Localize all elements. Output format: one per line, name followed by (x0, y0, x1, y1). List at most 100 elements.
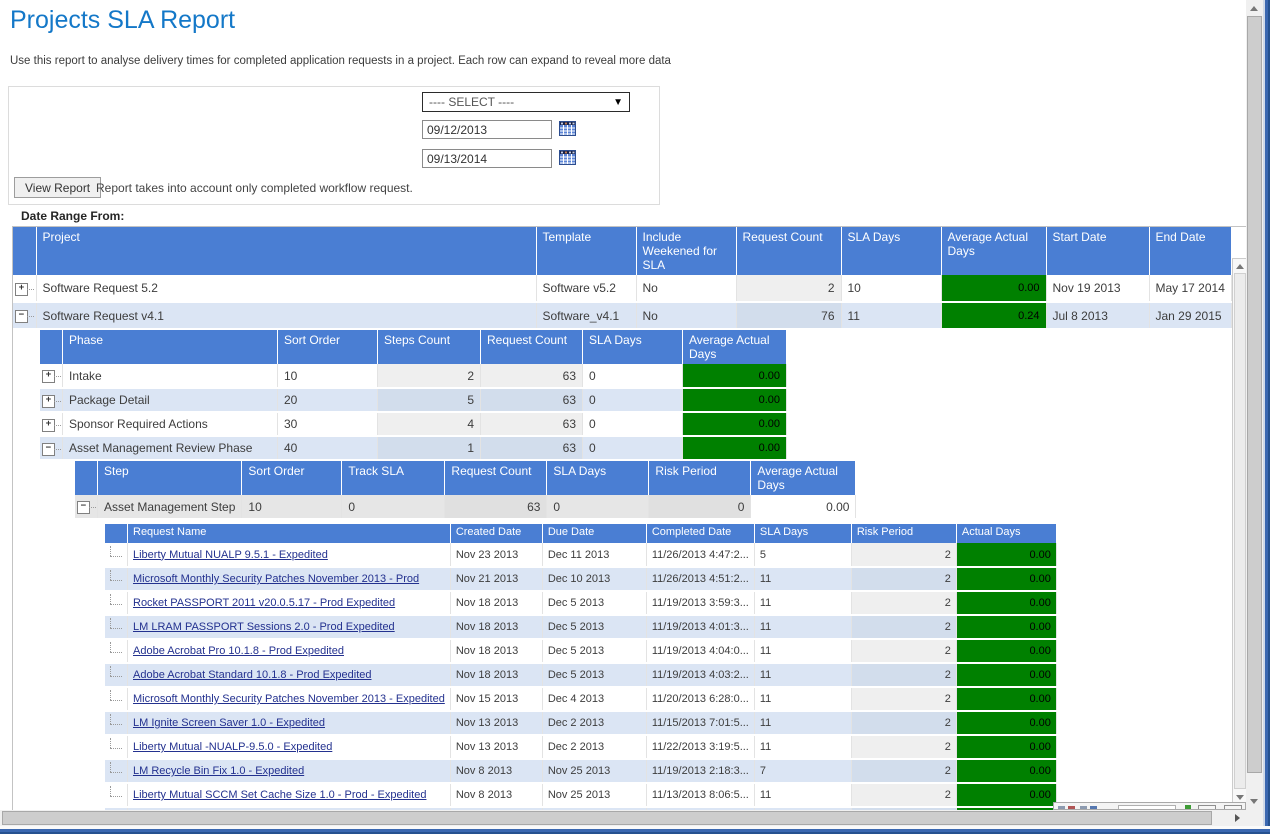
request-link[interactable]: Adobe Acrobat Standard 10.1.8 - Prod Exp… (133, 669, 372, 681)
sla-report-grid: Project Template Include Weekened for SL… (12, 226, 1249, 811)
tree-cell (105, 591, 128, 615)
cell-average-actual-days: 0.00 (683, 388, 787, 412)
cell-step: Asset Management Step (98, 495, 242, 519)
window-border (1263, 0, 1270, 834)
cell-completed-date: 11/19/2013 2:18:3... (646, 759, 754, 783)
chevron-down-icon: ▼ (613, 97, 623, 108)
cell-phase: Intake (63, 364, 278, 388)
cell-due-date: Dec 5 2013 (542, 639, 646, 663)
pager-icon[interactable] (1090, 806, 1097, 809)
cell-completed-date: 11/19/2013 4:04:0... (646, 639, 754, 663)
scroll-right-icon[interactable] (1235, 814, 1240, 822)
collapse-icon[interactable] (76, 501, 96, 513)
expand-icon[interactable] (14, 283, 34, 295)
grid-pager-strip (1053, 802, 1246, 810)
tree-cell (105, 759, 128, 783)
cell-due-date: Dec 10 2013 (542, 567, 646, 591)
request-link[interactable]: Microsoft Monthly Security Patches Novem… (133, 693, 445, 705)
request-link[interactable]: Liberty Mutual -NUALP-9.5.0 - Expedited (133, 741, 332, 753)
cell-risk-period: 2 (851, 639, 956, 663)
cell-due-date: Dec 5 2013 (542, 663, 646, 687)
scroll-down-icon[interactable] (1250, 799, 1258, 804)
cell-steps-count: 1 (378, 436, 481, 460)
expand-icon[interactable] (41, 370, 61, 382)
page-scrollbar-thumb[interactable] (2, 811, 1212, 825)
cell-track-sla: 0 (342, 495, 445, 519)
cell-actual-days: 0.00 (956, 663, 1056, 687)
cell-created-date: Nov 18 2013 (450, 615, 542, 639)
col-header-include-weekend: Include Weekened for SLA (636, 227, 736, 275)
cell-request-name: LM Recycle Bin Fix 1.0 - Expedited (128, 759, 451, 783)
pager-icon[interactable] (1068, 806, 1075, 809)
cell-average-actual-days: 0.00 (683, 436, 787, 460)
pager-icon[interactable] (1080, 806, 1087, 809)
scrollbar-corner (1246, 810, 1263, 826)
col-header-due-date: Due Date (542, 524, 646, 543)
col-header-sort-order: Sort Order (278, 330, 378, 364)
project-row: Software Request v4.1 Software_v4.1 No 7… (13, 302, 1231, 329)
cell-include-weekend: No (636, 275, 736, 302)
collapse-icon[interactable] (41, 443, 61, 455)
request-row: Liberty Mutual -NUALP-9.5.0 - Expedited … (105, 735, 1056, 759)
request-link[interactable]: LM Recycle Bin Fix 1.0 - Expedited (133, 765, 304, 777)
cell-end-date: Jan 29 2015 (1149, 302, 1231, 329)
cell-average-actual-days: 0.00 (751, 495, 856, 519)
cell-sort-order: 40 (278, 436, 378, 460)
cell-sla-days: 11 (754, 615, 851, 639)
cell-sla-days: 11 (754, 639, 851, 663)
scroll-up-icon[interactable] (1250, 6, 1258, 11)
scroll-down-icon[interactable] (1236, 795, 1244, 800)
request-link[interactable]: LM Ignite Screen Saver 1.0 - Expedited (133, 717, 325, 729)
request-link[interactable]: Liberty Mutual NUALP 9.5.1 - Expedited (133, 549, 328, 561)
request-row: Adobe Acrobat Standard 10.1.8 - Prod Exp… (105, 663, 1056, 687)
template-select[interactable]: ---- SELECT ---- ▼ (422, 92, 630, 112)
cell-completed-date: 11/13/2013 8:06:5... (646, 783, 754, 807)
template-select-value: ---- SELECT ---- (429, 95, 514, 109)
grid-scrollbar-thumb[interactable] (1234, 273, 1246, 789)
cell-actual-days: 0.00 (956, 759, 1056, 783)
calendar-icon[interactable] (558, 150, 576, 166)
cell-sla-days: 7 (754, 759, 851, 783)
scroll-up-icon[interactable] (1236, 264, 1244, 269)
cell-request-name: Liberty Mutual SCCM Set Cache Size 1.0 -… (128, 783, 451, 807)
col-header-sla-days: SLA Days (547, 461, 649, 495)
request-link[interactable]: LM LRAM PASSPORT Sessions 2.0 - Prod Exp… (133, 621, 395, 633)
phase-row: Sponsor Required Actions 30 4 63 0 0.00 (40, 412, 787, 436)
request-row: Liberty Mutual SCCM Set Cache Size 1.0 -… (105, 783, 1056, 807)
expander-cell (40, 364, 63, 388)
date-from-input[interactable] (422, 120, 552, 139)
expand-icon[interactable] (41, 419, 61, 431)
cell-sort-order: 30 (278, 412, 378, 436)
tree-branch-icon (106, 765, 126, 777)
col-header-step: Step (98, 461, 242, 495)
view-report-button[interactable]: View Report (14, 177, 101, 198)
date-to-input[interactable] (422, 149, 552, 168)
cell-request-name: Adobe Acrobat Standard 10.1.8 - Prod Exp… (128, 663, 451, 687)
tree-cell (105, 567, 128, 591)
col-header-request-name: Request Name (128, 524, 451, 543)
tree-branch-icon (106, 789, 126, 801)
request-link[interactable]: Adobe Acrobat Pro 10.1.8 - Prod Expedite… (133, 645, 344, 657)
expand-icon[interactable] (41, 395, 61, 407)
request-link[interactable]: Liberty Mutual SCCM Set Cache Size 1.0 -… (133, 789, 426, 801)
cell-actual-days: 0.00 (956, 783, 1056, 807)
calendar-icon[interactable] (558, 121, 576, 137)
project-row: Software Request 5.2 Software v5.2 No 2 … (13, 275, 1231, 302)
page-scrollbar-thumb[interactable] (1247, 16, 1262, 773)
cell-due-date: Dec 2 2013 (542, 711, 646, 735)
request-row: LM Ignite Screen Saver 1.0 - Expedited N… (105, 711, 1056, 735)
tree-cell (105, 687, 128, 711)
collapse-icon[interactable] (14, 310, 34, 322)
cell-phase: Package Detail (63, 388, 278, 412)
pager-icon[interactable] (1058, 806, 1065, 809)
phase-row: Package Detail 20 5 63 0 0.00 (40, 388, 787, 412)
projects-table: Project Template Include Weekened for SL… (13, 227, 1232, 330)
col-header-risk-period: Risk Period (851, 524, 956, 543)
cell-request-name: LM LRAM PASSPORT Sessions 2.0 - Prod Exp… (128, 615, 451, 639)
request-link[interactable]: Microsoft Monthly Security Patches Novem… (133, 573, 419, 585)
requests-table: Request Name Created Date Due Date Compl… (105, 524, 1057, 811)
page-horizontal-scrollbar[interactable] (0, 810, 1246, 826)
request-link[interactable]: Rocket PASSPORT 2011 v20.0.5.17 - Prod E… (133, 597, 395, 609)
page-description: Use this report to analyse delivery time… (10, 55, 671, 67)
page-vertical-scrollbar[interactable] (1246, 0, 1263, 810)
